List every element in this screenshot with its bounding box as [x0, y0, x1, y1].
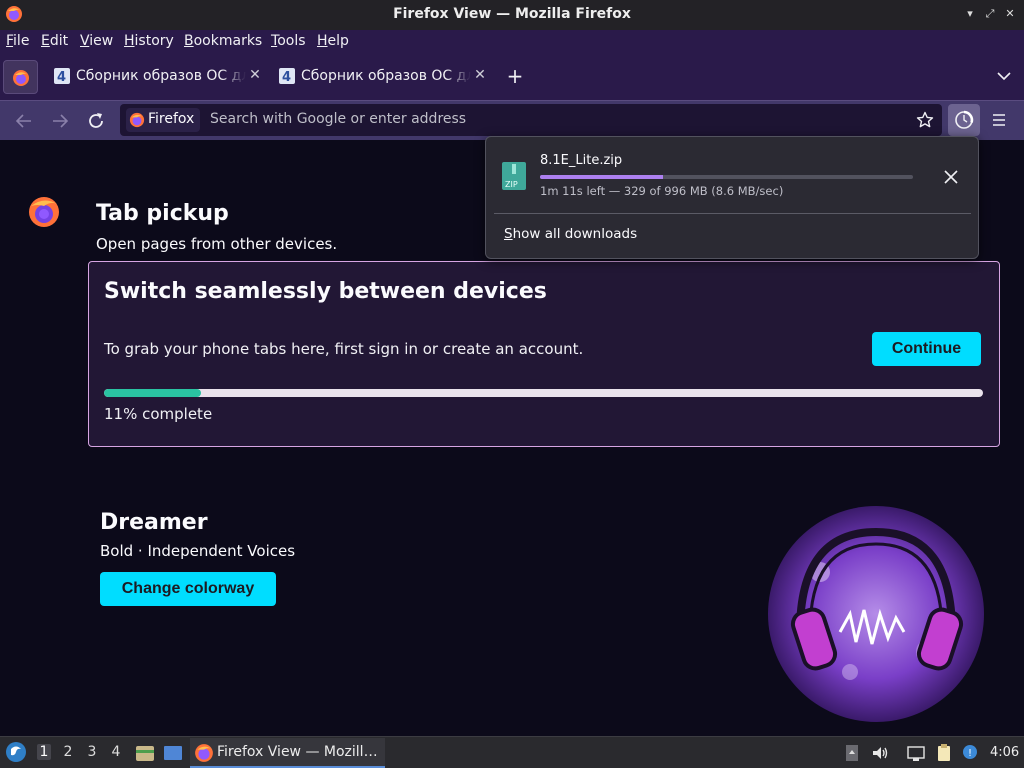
setup-progress-fill	[104, 389, 201, 397]
maximize-window-button[interactable]: ⤢	[982, 6, 998, 22]
workspace-4[interactable]: 4	[109, 744, 123, 760]
download-progress-icon	[955, 110, 974, 129]
tab-2[interactable]: 4 Сборник образов ОС для ✕	[279, 62, 497, 92]
tab-strip: 4 Сборник образов ОС для ✕ 4 Сборник обр…	[0, 54, 1024, 100]
file-manager-icon[interactable]	[134, 742, 156, 764]
sync-setup-card: Switch seamlessly between devices To gra…	[88, 261, 1000, 447]
start-menu-icon[interactable]	[5, 741, 27, 763]
address-placeholder[interactable]: Search with Google or enter address	[210, 111, 466, 127]
menu-tools[interactable]: Tools	[271, 33, 306, 49]
change-colorway-button[interactable]: Change colorway	[100, 572, 276, 606]
firefox-icon	[129, 112, 145, 128]
identity-label: Firefox	[148, 111, 195, 127]
site-favicon-icon: 4	[54, 68, 70, 84]
firefox-icon	[195, 744, 213, 762]
tab-pickup-subheading: Open pages from other devices.	[96, 235, 338, 253]
workspace-3[interactable]: 3	[85, 744, 99, 760]
firefox-logo-icon	[29, 197, 59, 227]
notification-icon[interactable]: !	[960, 743, 980, 763]
downloads-panel: ZIP 8.1E_Lite.zip 1m 11s left — 329 of 9…	[485, 136, 979, 259]
colorway-headphones-illustration	[768, 506, 984, 722]
close-tab-icon[interactable]: ✕	[247, 67, 263, 83]
workspace-2[interactable]: 2	[61, 744, 75, 760]
taskbar-firefox-window[interactable]: Firefox View — Mozill…	[190, 738, 385, 768]
cancel-download-icon[interactable]	[942, 168, 960, 186]
taskbar-task-label: Firefox View — Mozill…	[217, 744, 378, 760]
desktop-icon[interactable]	[162, 742, 184, 764]
minimize-window-button[interactable]: ▾	[962, 6, 978, 22]
setup-progress-label: 11% complete	[104, 405, 213, 423]
firefox-icon	[13, 70, 29, 86]
show-all-downloads-button[interactable]: Show all downloads	[504, 226, 637, 242]
menu-view[interactable]: View	[80, 33, 113, 49]
menu-history[interactable]: History	[124, 33, 174, 49]
menu-help[interactable]: Help	[317, 33, 349, 49]
firefox-view-tab[interactable]	[3, 60, 38, 94]
card-title: Switch seamlessly between devices	[104, 279, 547, 304]
svg-text:ZIP: ZIP	[505, 180, 518, 189]
download-progress-fill	[540, 175, 664, 179]
tab-title: Сборник образов ОС для	[76, 68, 246, 84]
new-tab-button[interactable]: +	[506, 66, 524, 86]
setup-progress-bar	[104, 389, 983, 397]
menu-file[interactable]: File	[6, 33, 29, 49]
tab-title: Сборник образов ОС для	[301, 68, 471, 84]
identity-box[interactable]: Firefox	[126, 108, 200, 132]
colorway-subtitle: Bold · Independent Voices	[100, 542, 296, 560]
taskbar: 1 2 3 4 Firefox View — Mozill… ! 4:06	[0, 736, 1024, 768]
close-window-button[interactable]: ✕	[1002, 6, 1018, 22]
navigation-toolbar: Firefox Search with Google or enter addr…	[0, 100, 1024, 140]
download-filename[interactable]: 8.1E_Lite.zip	[540, 153, 622, 168]
panel-divider	[494, 213, 971, 214]
taskbar-clock: 4:06	[990, 745, 1020, 760]
zip-file-icon: ZIP	[502, 162, 526, 190]
menu-bar: File Edit View History Bookmarks Tools H…	[0, 30, 1024, 54]
network-icon[interactable]	[906, 743, 926, 763]
address-bar[interactable]: Firefox Search with Google or enter addr…	[120, 104, 942, 136]
forward-arrow-icon[interactable]	[48, 109, 72, 133]
colorway-title: Dreamer	[100, 510, 208, 535]
close-tab-icon[interactable]: ✕	[472, 67, 488, 83]
bookmark-star-icon[interactable]	[916, 111, 934, 129]
tray-up-arrow-icon[interactable]	[842, 743, 862, 763]
hamburger-menu-icon[interactable]	[990, 111, 1008, 129]
continue-button[interactable]: Continue	[872, 332, 981, 366]
download-progress-bar	[540, 175, 913, 179]
tab-1[interactable]: 4 Сборник образов ОС для ✕	[54, 62, 272, 92]
back-arrow-icon[interactable]	[12, 109, 36, 133]
site-favicon-icon: 4	[279, 68, 295, 84]
svg-text:!: !	[968, 748, 972, 759]
workspace-1[interactable]: 1	[37, 744, 51, 760]
volume-icon[interactable]	[870, 743, 890, 763]
window-titlebar: Firefox View — Mozilla Firefox ▾ ⤢ ✕	[0, 0, 1024, 30]
menu-edit[interactable]: Edit	[41, 33, 68, 49]
reload-icon[interactable]	[84, 109, 108, 133]
list-all-tabs-chevron-icon[interactable]	[996, 68, 1012, 84]
clipboard-icon[interactable]	[934, 743, 954, 763]
download-status: 1m 11s left — 329 of 996 MB (8.6 MB/sec)	[540, 184, 784, 198]
svg-text:4: 4	[282, 70, 291, 84]
tab-pickup-heading: Tab pickup	[96, 201, 229, 226]
svg-text:4: 4	[57, 70, 66, 84]
menu-bookmarks[interactable]: Bookmarks	[184, 33, 262, 49]
downloads-button[interactable]	[948, 104, 980, 136]
window-title: Firefox View — Mozilla Firefox	[393, 6, 631, 22]
card-description: To grab your phone tabs here, first sign…	[104, 340, 584, 358]
